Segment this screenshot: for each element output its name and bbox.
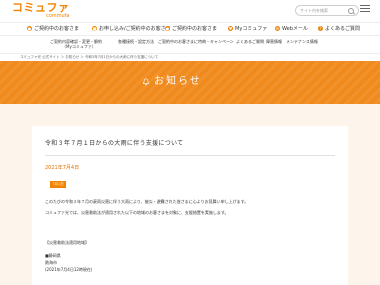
article-title: 令和３年７月１日からの大雨に伴う支援について <box>45 140 184 147</box>
question-icon: ? <box>318 26 323 31</box>
article-paragraph: このたびの令和３年７月の豪雨災害に伴う大雨により、被災・避難された皆さまに心より… <box>45 199 249 204</box>
nav2-maintenance-info[interactable]: メンテナンス情報 <box>286 39 318 44</box>
prefecture-name: ■静岡県 <box>45 253 61 258</box>
page-title-text: お知らせ <box>154 76 202 87</box>
nav-label: ご契約中のお客さま <box>172 26 218 32</box>
nav2-faq[interactable]: よくあるご質問 <box>236 39 264 44</box>
site-header: コミュファ commufa サイト内を検索 <box>0 0 380 22</box>
nav2-outage-info[interactable]: 障害情報 <box>266 39 282 44</box>
nav2-campaigns[interactable]: ご契約中のお客さまに特典・キャンペーン <box>158 39 234 44</box>
logo[interactable]: コミュファ commufa <box>12 2 70 20</box>
nav2-label: メンテナンス情報 <box>286 39 318 44</box>
nav2-contract-details[interactable]: ご契約内容確認・変更・解約 （Myコミュファ） <box>50 39 102 49</box>
article-paragraph: コミュファ光では、災害救助法が適用された以下の地域のお客さまを対象に、支援措置を… <box>45 210 229 215</box>
document-icon: ■ <box>92 26 97 31</box>
page-title: お知らせ <box>142 75 238 89</box>
heart-icon: ♥ <box>228 26 233 31</box>
title-divider <box>45 155 335 156</box>
nav-label: お申し込み/ご契約中のお客さま <box>99 26 171 32</box>
nav-label: Myコミュファ <box>235 26 268 32</box>
search-placeholder: サイト内を検索 <box>300 8 328 13</box>
secondary-nav: ご契約内容確認・変更・解約 （Myコミュファ） 各種接続・設定方法 ご契約中のお… <box>0 36 380 54</box>
nav2-label: ご契約中のお客さまに特典・キャンペーン <box>158 39 234 44</box>
primary-nav: ● ご契約中のお客さま ■ お申し込み/ご契約中のお客さま ● ご契約中のお客さま ♥… <box>0 22 380 36</box>
search-icon[interactable] <box>348 8 354 14</box>
article-card <box>32 126 348 285</box>
page-banner: お知らせ <box>0 61 380 104</box>
nav-contract-customers[interactable]: ● ご契約中のお客さま <box>27 23 79 36</box>
nav-my-commufa[interactable]: ♥ Myコミュファ <box>228 23 267 36</box>
nav2-label: よくあるご質問 <box>236 39 264 44</box>
article-date: 2021年7月4日 <box>45 165 80 171</box>
nav-contract-customers-2[interactable]: ● ご契約中のお客さま <box>165 23 217 36</box>
category-badge: 7月1日 <box>50 181 66 188</box>
nav-faq[interactable]: ? よくあるご質問 <box>318 23 360 36</box>
nav-webmail[interactable]: ✉ Webメール <box>275 23 308 36</box>
as-of-note: (2021年7月4日12時現在) <box>45 267 93 272</box>
nav-application[interactable]: ■ お申し込み/ご契約中のお客さま <box>92 23 171 36</box>
nav2-label: 障害情報 <box>266 39 282 44</box>
nav2-connection-settings[interactable]: 各種接続・設定方法 <box>118 39 154 44</box>
city-name: 熱海市 <box>45 260 57 265</box>
menu-icon[interactable] <box>360 5 370 14</box>
nav-label: Webメール <box>282 26 308 32</box>
person-icon: ● <box>27 26 32 31</box>
bell-icon <box>142 78 150 86</box>
mail-icon: ✉ <box>275 26 280 31</box>
area-heading: 【災害救助法適用地域】 <box>45 240 89 245</box>
breadcrumb[interactable]: コミュファ光 公式サイト ＞ お知らせ ＞ 令和3年7月1日からの大雨に伴う支援… <box>20 55 158 60</box>
nav2-sublabel: （Myコミュファ） <box>62 44 96 49</box>
nav2-label: 各種接続・設定方法 <box>118 39 154 44</box>
nav-label: よくあるご質問 <box>325 26 361 32</box>
person-icon: ● <box>165 26 170 31</box>
search-input[interactable]: サイト内を検索 <box>295 5 359 16</box>
nav-label: ご契約中のお客さま <box>34 26 80 32</box>
